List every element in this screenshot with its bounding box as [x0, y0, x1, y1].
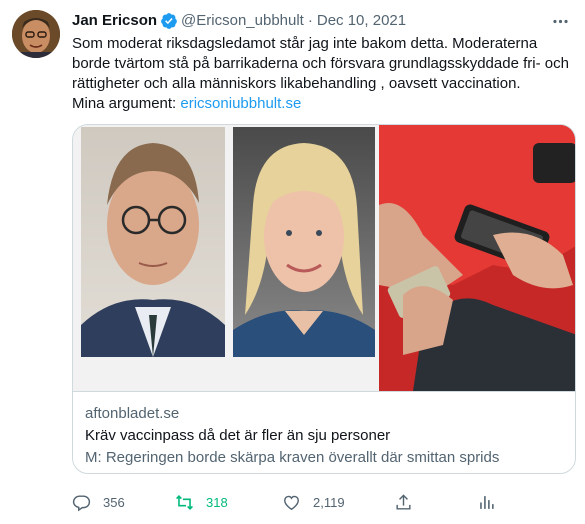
link-card[interactable]: aftonbladet.se Kräv vaccinpass då det är…	[72, 124, 576, 474]
tweet-text-line: rättigheter och alla människors likabeha…	[72, 75, 521, 92]
card-info[interactable]: aftonbladet.se Kräv vaccinpass då det är…	[73, 391, 575, 473]
retweet-icon	[176, 494, 193, 510]
like-button[interactable]: 2,119	[282, 488, 345, 516]
author-name[interactable]: Jan Ericson	[72, 11, 157, 31]
website-link[interactable]: ericsoniubbhult.se	[180, 95, 301, 112]
tweet-text: Som moderat riksdagsledamot står jag int…	[72, 34, 577, 114]
retweet-count: 318	[206, 494, 228, 510]
card-description: M: Regeringen borde skärpa kraven överal…	[85, 449, 500, 466]
tweet-actions: 356 318 2,119	[62, 488, 572, 516]
analytics-button[interactable]	[477, 488, 508, 516]
reply-button[interactable]: 356	[72, 488, 125, 516]
share-button[interactable]	[394, 488, 425, 516]
card-domain: aftonbladet.se	[85, 405, 180, 422]
card-image[interactable]	[73, 125, 575, 391]
retweet-button[interactable]: 318	[175, 488, 228, 516]
card-title: Kräv vaccinpass då det är fler än sju pe…	[85, 427, 391, 444]
analytics-icon	[480, 495, 494, 509]
share-icon	[396, 493, 411, 510]
author-handle[interactable]: @Ericson_ubbhult	[181, 11, 304, 31]
avatar[interactable]	[12, 10, 60, 58]
like-icon	[284, 495, 299, 510]
tweet-text-line: Som moderat riksdagsledamot står jag int…	[72, 35, 538, 52]
text-prefix: Mina argument:	[72, 95, 181, 112]
tweet-text-line: borde tvärtom stå på barrikaderna och fö…	[72, 55, 569, 72]
tweet-date[interactable]: Dec 10, 2021	[317, 11, 406, 31]
verified-badge-icon	[160, 12, 178, 30]
tweet-header: Jan Ericson @Ericson_ubbhult · Dec 10, 2…	[72, 11, 406, 31]
more-options-button[interactable]	[547, 8, 573, 34]
reply-icon	[72, 494, 91, 511]
more-icon	[552, 19, 568, 23]
separator-dot: ·	[307, 12, 313, 29]
reply-count: 356	[103, 494, 125, 510]
tweet-text-line: Mina argument: ericsoniubbhult.se	[72, 94, 577, 114]
like-count: 2,119	[313, 494, 345, 510]
